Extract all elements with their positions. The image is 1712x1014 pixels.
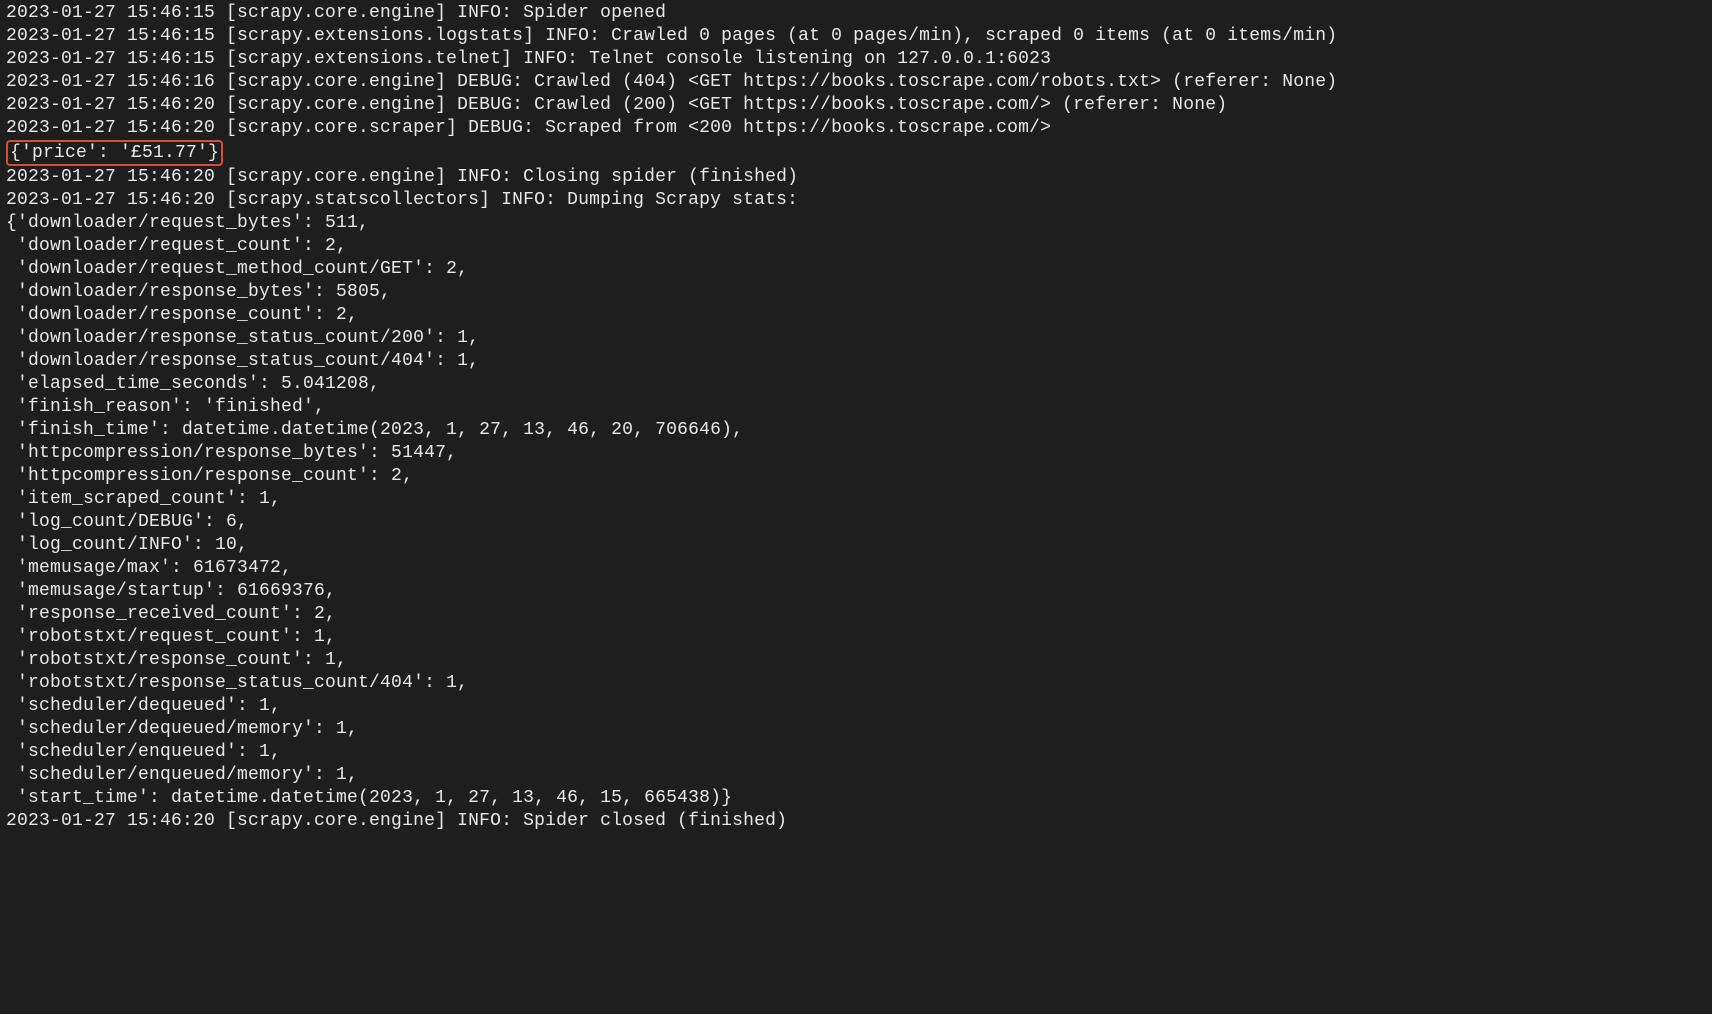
- log-line: 'downloader/response_status_count/200': …: [6, 327, 1706, 350]
- log-line: 'robotstxt/response_count': 1,: [6, 649, 1706, 672]
- log-line: 2023-01-27 15:46:15 [scrapy.extensions.t…: [6, 48, 1706, 71]
- log-line: 'scheduler/enqueued': 1,: [6, 741, 1706, 764]
- log-line: 2023-01-27 15:46:20 [scrapy.statscollect…: [6, 189, 1706, 212]
- log-line: 'start_time': datetime.datetime(2023, 1,…: [6, 787, 1706, 810]
- log-line: 'scheduler/dequeued/memory': 1,: [6, 718, 1706, 741]
- log-line: 'downloader/request_count': 2,: [6, 235, 1706, 258]
- log-line: 'downloader/request_method_count/GET': 2…: [6, 258, 1706, 281]
- log-line: 2023-01-27 15:46:15 [scrapy.extensions.l…: [6, 25, 1706, 48]
- log-line: 'scheduler/dequeued': 1,: [6, 695, 1706, 718]
- log-line: 2023-01-27 15:46:16 [scrapy.core.engine]…: [6, 71, 1706, 94]
- terminal-output[interactable]: 2023-01-27 15:46:15 [scrapy.core.engine]…: [0, 0, 1712, 839]
- log-line: 'finish_reason': 'finished',: [6, 396, 1706, 419]
- log-line: 2023-01-27 15:46:20 [scrapy.core.scraper…: [6, 117, 1706, 140]
- log-line: 'memusage/max': 61673472,: [6, 557, 1706, 580]
- log-line: 'item_scraped_count': 1,: [6, 488, 1706, 511]
- log-line: 2023-01-27 15:46:20 [scrapy.core.engine]…: [6, 166, 1706, 189]
- log-line: 'memusage/startup': 61669376,: [6, 580, 1706, 603]
- log-line: 'robotstxt/request_count': 1,: [6, 626, 1706, 649]
- log-line: 'downloader/response_count': 2,: [6, 304, 1706, 327]
- log-line: 'elapsed_time_seconds': 5.041208,: [6, 373, 1706, 396]
- log-line: 'finish_time': datetime.datetime(2023, 1…: [6, 419, 1706, 442]
- highlighted-scraped-item: {'price': '£51.77'}: [6, 140, 223, 166]
- log-line: 2023-01-27 15:46:15 [scrapy.core.engine]…: [6, 2, 1706, 25]
- log-line: 'log_count/DEBUG': 6,: [6, 511, 1706, 534]
- log-line: 'robotstxt/response_status_count/404': 1…: [6, 672, 1706, 695]
- log-line: 'scheduler/enqueued/memory': 1,: [6, 764, 1706, 787]
- log-line: 2023-01-27 15:46:20 [scrapy.core.engine]…: [6, 810, 1706, 833]
- log-line: 'log_count/INFO': 10,: [6, 534, 1706, 557]
- log-line: {'downloader/request_bytes': 511,: [6, 212, 1706, 235]
- log-line: 'downloader/response_bytes': 5805,: [6, 281, 1706, 304]
- log-line: 'httpcompression/response_bytes': 51447,: [6, 442, 1706, 465]
- log-line: 'httpcompression/response_count': 2,: [6, 465, 1706, 488]
- log-line: 'downloader/response_status_count/404': …: [6, 350, 1706, 373]
- log-line: 2023-01-27 15:46:20 [scrapy.core.engine]…: [6, 94, 1706, 117]
- log-line: {'price': '£51.77'}: [6, 140, 1706, 166]
- log-line: 'response_received_count': 2,: [6, 603, 1706, 626]
